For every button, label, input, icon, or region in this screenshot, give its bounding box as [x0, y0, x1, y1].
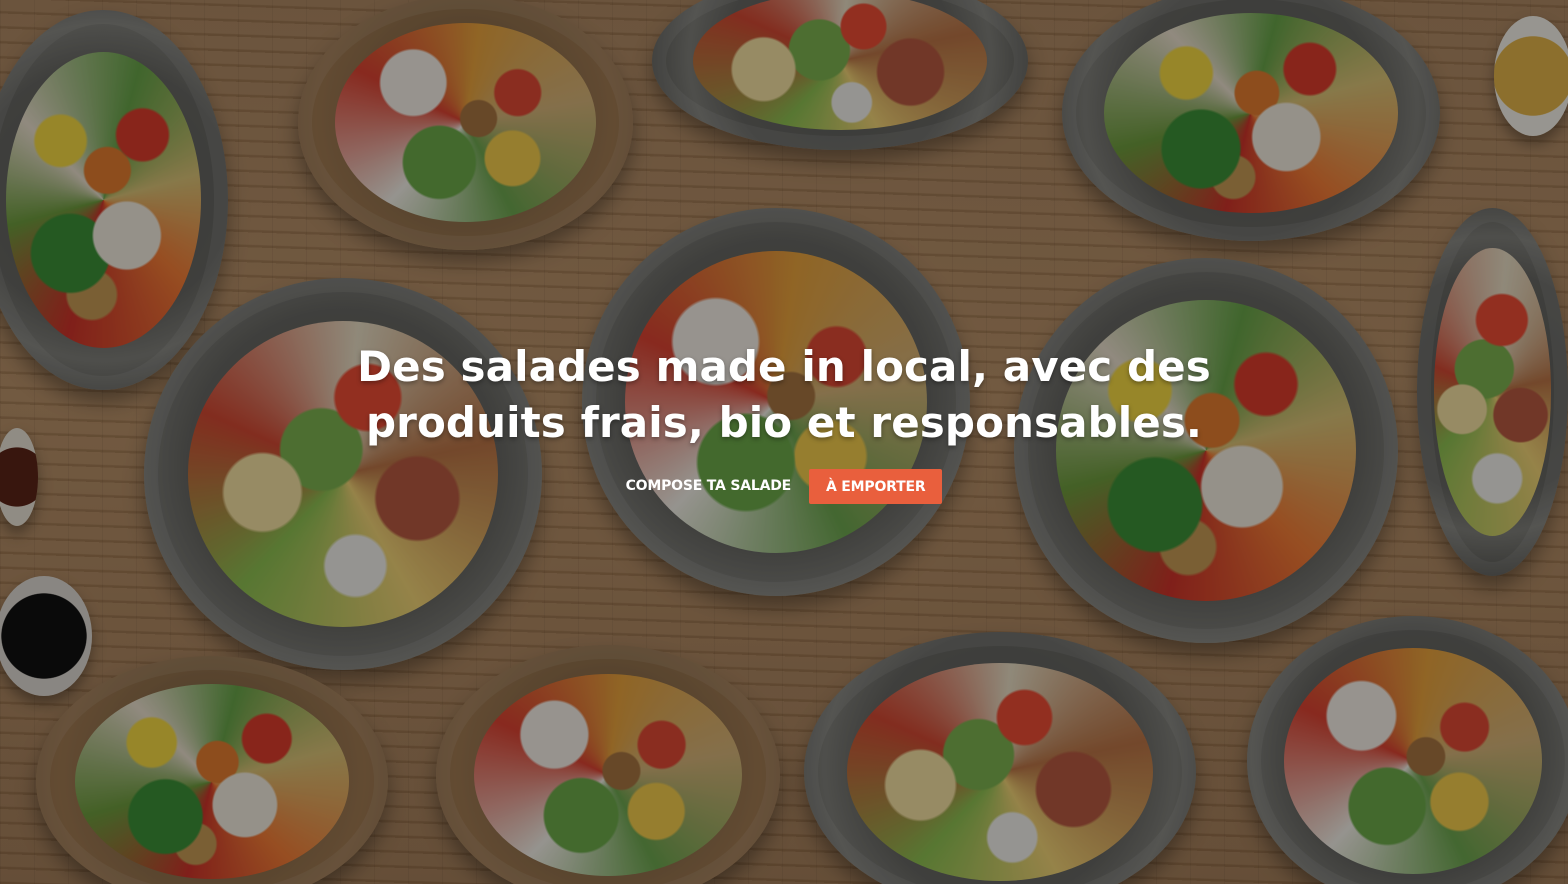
- hero-actions: COMPOSE TA SALADE À EMPORTER: [0, 468, 1568, 504]
- hero-content: Des salades made in local, avec des prod…: [0, 339, 1568, 504]
- hero-headline-line-2: produits frais, bio et responsables.: [366, 398, 1202, 447]
- compose-salad-link[interactable]: COMPOSE TA SALADE: [626, 468, 792, 504]
- takeaway-button[interactable]: À EMPORTER: [809, 468, 943, 504]
- hero-headline-line-1: Des salades made in local, avec des: [357, 342, 1211, 391]
- hero-banner: Des salades made in local, avec des prod…: [0, 0, 1568, 884]
- hero-headline: Des salades made in local, avec des prod…: [314, 339, 1254, 451]
